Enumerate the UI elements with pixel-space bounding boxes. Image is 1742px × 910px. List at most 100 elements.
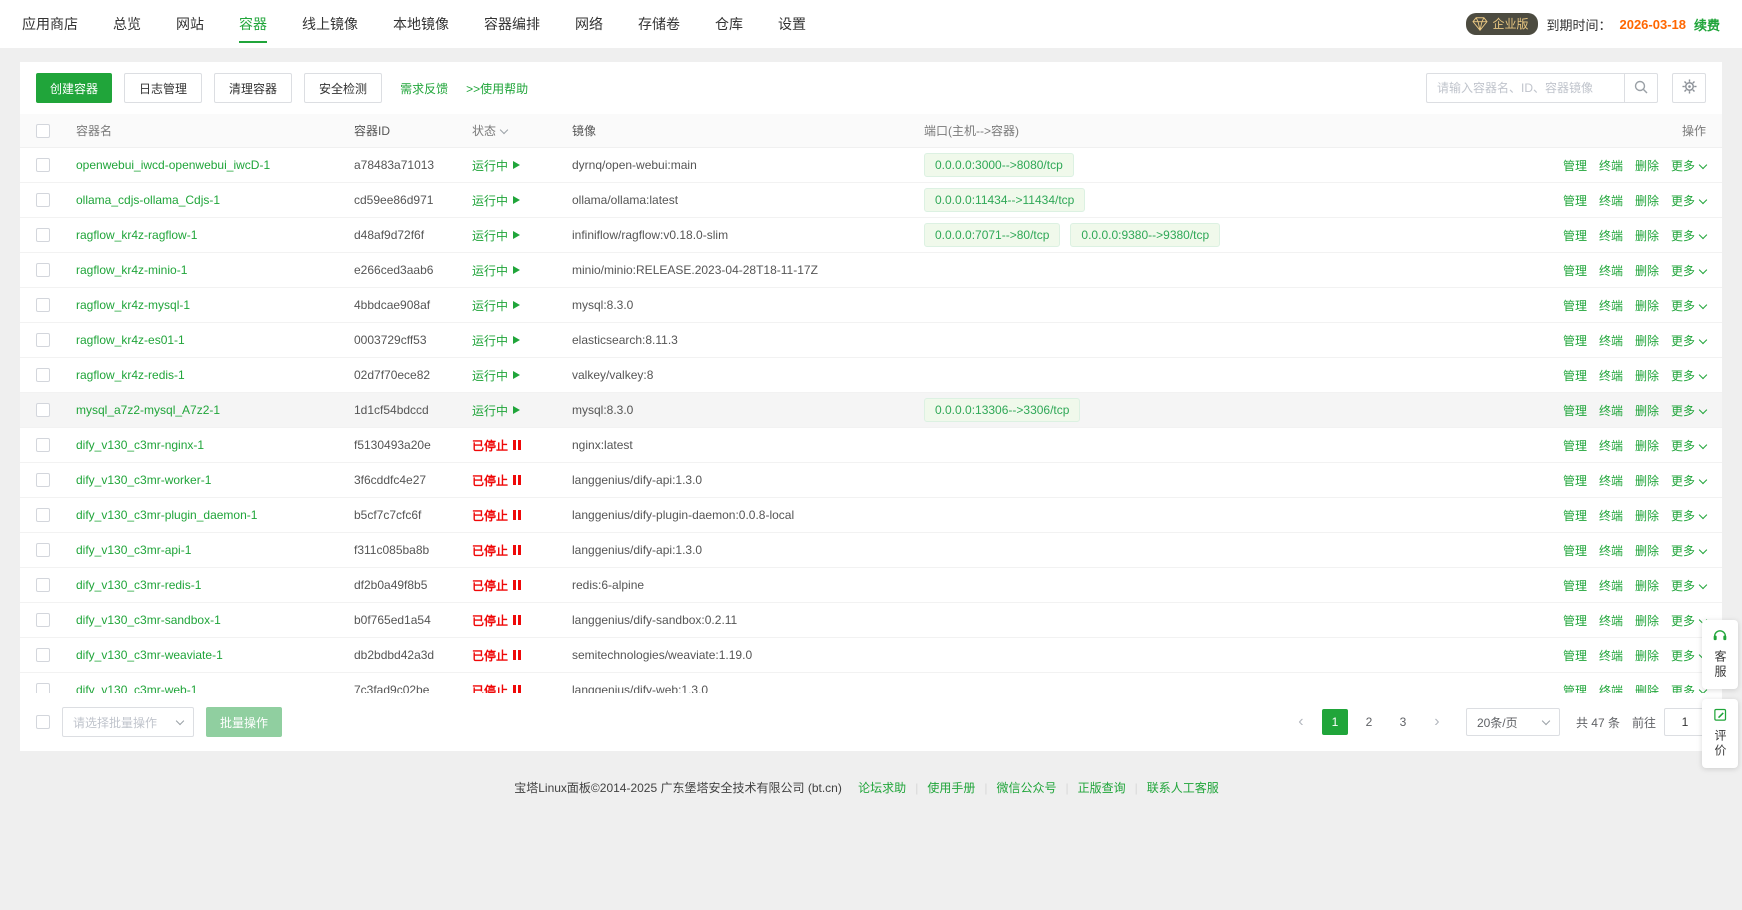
more-link[interactable]: 更多: [1671, 577, 1706, 594]
delete-link[interactable]: 删除: [1635, 157, 1659, 174]
footer-link[interactable]: 正版查询: [1078, 781, 1126, 795]
nav-item[interactable]: 容器编排: [484, 0, 540, 48]
nav-item[interactable]: 容器: [239, 0, 267, 48]
container-name-link[interactable]: ragflow_kr4z-redis-1: [76, 368, 185, 382]
nav-item[interactable]: 本地镜像: [393, 0, 449, 48]
next-page-button[interactable]: ›: [1424, 709, 1450, 735]
row-checkbox[interactable]: [36, 403, 50, 417]
row-checkbox[interactable]: [36, 193, 50, 207]
container-status[interactable]: 运行中: [472, 157, 520, 174]
container-name-link[interactable]: openwebui_iwcd-openwebui_iwcD-1: [76, 158, 270, 172]
container-name-link[interactable]: dify_v130_c3mr-api-1: [76, 543, 191, 557]
create-container-button[interactable]: 创建容器: [36, 73, 112, 103]
container-status[interactable]: 已停止: [472, 682, 521, 694]
more-link[interactable]: 更多: [1671, 612, 1706, 629]
delete-link[interactable]: 删除: [1635, 542, 1659, 559]
more-link[interactable]: 更多: [1671, 437, 1706, 454]
terminal-link[interactable]: 终端: [1599, 472, 1623, 489]
nav-item[interactable]: 网络: [575, 0, 603, 48]
terminal-link[interactable]: 终端: [1599, 577, 1623, 594]
batch-operation-button[interactable]: 批量操作: [206, 707, 282, 737]
container-name-link[interactable]: dify_v130_c3mr-sandbox-1: [76, 613, 221, 627]
terminal-link[interactable]: 终端: [1599, 367, 1623, 384]
page-button-2[interactable]: 2: [1356, 709, 1382, 735]
terminal-link[interactable]: 终端: [1599, 682, 1623, 694]
renew-link[interactable]: 续费: [1694, 15, 1720, 34]
nav-item[interactable]: 总览: [113, 0, 141, 48]
container-name-link[interactable]: dify_v130_c3mr-web-1: [76, 683, 197, 693]
delete-link[interactable]: 删除: [1635, 297, 1659, 314]
row-checkbox[interactable]: [36, 368, 50, 382]
container-name-link[interactable]: dify_v130_c3mr-redis-1: [76, 578, 201, 592]
log-management-button[interactable]: 日志管理: [124, 73, 202, 103]
row-checkbox[interactable]: [36, 508, 50, 522]
terminal-link[interactable]: 终端: [1599, 332, 1623, 349]
terminal-link[interactable]: 终端: [1599, 402, 1623, 419]
footer-link[interactable]: 使用手册: [927, 781, 975, 795]
manage-link[interactable]: 管理: [1563, 402, 1587, 419]
footer-link[interactable]: 联系人工客服: [1147, 781, 1219, 795]
nav-item[interactable]: 线上镜像: [302, 0, 358, 48]
manage-link[interactable]: 管理: [1563, 227, 1587, 244]
more-link[interactable]: 更多: [1671, 507, 1706, 524]
terminal-link[interactable]: 终端: [1599, 297, 1623, 314]
terminal-link[interactable]: 终端: [1599, 542, 1623, 559]
delete-link[interactable]: 删除: [1635, 612, 1659, 629]
delete-link[interactable]: 删除: [1635, 192, 1659, 209]
container-status[interactable]: 运行中: [472, 332, 520, 349]
row-checkbox[interactable]: [36, 543, 50, 557]
delete-link[interactable]: 删除: [1635, 472, 1659, 489]
row-checkbox[interactable]: [36, 613, 50, 627]
page-size-select[interactable]: 20条/页: [1466, 708, 1560, 736]
manage-link[interactable]: 管理: [1563, 472, 1587, 489]
manage-link[interactable]: 管理: [1563, 367, 1587, 384]
manage-link[interactable]: 管理: [1563, 577, 1587, 594]
container-name-link[interactable]: dify_v130_c3mr-worker-1: [76, 473, 211, 487]
nav-item[interactable]: 存储卷: [638, 0, 680, 48]
container-name-link[interactable]: ragflow_kr4z-minio-1: [76, 263, 187, 277]
page-button-1[interactable]: 1: [1322, 709, 1348, 735]
delete-link[interactable]: 删除: [1635, 262, 1659, 279]
page-button-3[interactable]: 3: [1390, 709, 1416, 735]
table-settings-button[interactable]: [1672, 73, 1706, 103]
delete-link[interactable]: 删除: [1635, 647, 1659, 664]
delete-link[interactable]: 删除: [1635, 332, 1659, 349]
prev-page-button[interactable]: ‹: [1288, 709, 1314, 735]
container-status[interactable]: 已停止: [472, 612, 521, 629]
row-checkbox[interactable]: [36, 648, 50, 662]
container-status[interactable]: 已停止: [472, 542, 521, 559]
container-name-link[interactable]: ragflow_kr4z-es01-1: [76, 333, 185, 347]
container-name-link[interactable]: dify_v130_c3mr-nginx-1: [76, 438, 204, 452]
container-status[interactable]: 运行中: [472, 402, 520, 419]
more-link[interactable]: 更多: [1671, 647, 1706, 664]
terminal-link[interactable]: 终端: [1599, 437, 1623, 454]
row-checkbox[interactable]: [36, 333, 50, 347]
container-name-link[interactable]: ragflow_kr4z-ragflow-1: [76, 228, 197, 242]
delete-link[interactable]: 删除: [1635, 227, 1659, 244]
row-checkbox[interactable]: [36, 683, 50, 693]
delete-link[interactable]: 删除: [1635, 577, 1659, 594]
delete-link[interactable]: 删除: [1635, 682, 1659, 694]
manage-link[interactable]: 管理: [1563, 192, 1587, 209]
footer-link[interactable]: 论坛求助: [858, 781, 906, 795]
nav-item[interactable]: 网站: [176, 0, 204, 48]
manage-link[interactable]: 管理: [1563, 262, 1587, 279]
manage-link[interactable]: 管理: [1563, 612, 1587, 629]
goto-page-input[interactable]: [1664, 708, 1706, 736]
customer-service-button[interactable]: 客服: [1702, 620, 1738, 689]
container-name-link[interactable]: ollama_cdjs-ollama_Cdjs-1: [76, 193, 220, 207]
select-all-checkbox[interactable]: [36, 124, 50, 138]
more-link[interactable]: 更多: [1671, 367, 1706, 384]
more-link[interactable]: 更多: [1671, 542, 1706, 559]
manage-link[interactable]: 管理: [1563, 647, 1587, 664]
more-link[interactable]: 更多: [1671, 402, 1706, 419]
container-name-link[interactable]: dify_v130_c3mr-weaviate-1: [76, 648, 223, 662]
search-input[interactable]: [1426, 73, 1624, 103]
terminal-link[interactable]: 终端: [1599, 507, 1623, 524]
batch-select-all-checkbox[interactable]: [36, 715, 50, 729]
container-status[interactable]: 运行中: [472, 227, 520, 244]
terminal-link[interactable]: 终端: [1599, 227, 1623, 244]
clean-container-button[interactable]: 清理容器: [214, 73, 292, 103]
more-link[interactable]: 更多: [1671, 192, 1706, 209]
more-link[interactable]: 更多: [1671, 297, 1706, 314]
